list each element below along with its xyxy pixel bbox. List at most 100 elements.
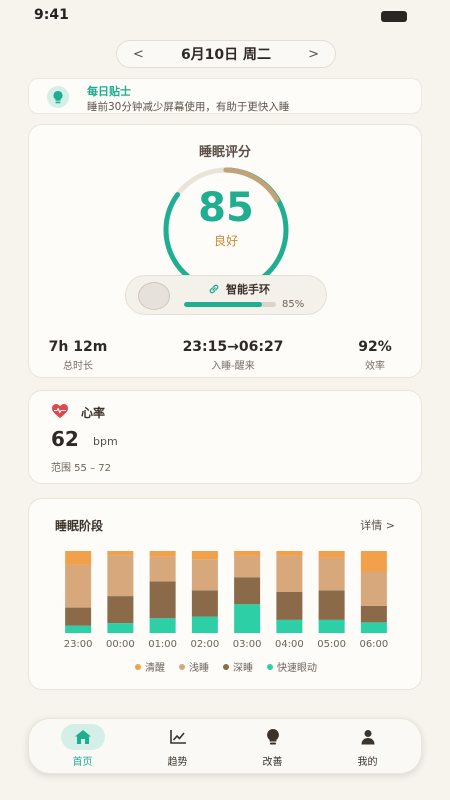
home-icon: [74, 730, 91, 744]
stage-segment: [107, 551, 134, 556]
legend-item: 清醒: [135, 659, 165, 674]
x-tick-label: 02:00: [190, 639, 219, 650]
stage-segment: [65, 625, 92, 633]
x-tick-label: 05:00: [317, 639, 346, 650]
stage-segment: [276, 551, 303, 556]
heart-title: 心率: [81, 406, 106, 420]
stage-bar-5: [276, 551, 303, 633]
stage-segment: [149, 551, 176, 557]
legend-dot: [267, 663, 273, 670]
stage-segment: [191, 559, 218, 591]
stage-segment: [234, 555, 261, 578]
tab-icon-wrap: [60, 724, 105, 750]
tab-home[interactable]: 首页: [43, 721, 123, 771]
stage-bar-1: [107, 551, 134, 633]
stage-segment: [318, 590, 345, 620]
stages-title: 睡眠阶段: [55, 519, 104, 533]
tab-improve[interactable]: 改善: [233, 721, 313, 771]
tab-label: 改善: [262, 757, 283, 768]
x-tick-label: 04:00: [275, 639, 304, 650]
stage-bar-4: [234, 551, 261, 633]
stage-segment: [360, 622, 387, 633]
sleep-stages-chart: 23:00 00:00 01:00 02:00 03:00 04:00 05:00 06:00: [64, 551, 388, 650]
stage-segment: [107, 596, 134, 624]
status-time: 9:41: [34, 7, 69, 23]
lightbulb-icon: [47, 86, 69, 108]
tab-icon-wrap: [156, 724, 200, 750]
stat-value: 7h 12m: [48, 339, 108, 355]
heart-range: 范围 55 – 72: [51, 463, 111, 474]
stage-segment: [65, 564, 92, 608]
bottom-tab-bar: 首页 趋势 改善 我的: [28, 718, 422, 774]
stage-bar-2: [149, 551, 176, 633]
legend-dot: [179, 663, 185, 670]
score-title: 睡眠评分: [198, 145, 251, 160]
link-icon: [209, 284, 219, 294]
heart-unit: bpm: [93, 435, 118, 448]
stages-details-link[interactable]: 详情 >: [360, 517, 395, 533]
device-battery-percent: 85%: [282, 299, 305, 310]
stage-segment: [107, 555, 134, 597]
stage-segment: [276, 592, 303, 620]
tab-label: 我的: [357, 757, 378, 768]
prev-date-button[interactable]: <: [133, 47, 144, 62]
tab-label: 趋势: [167, 757, 188, 768]
stat-sleep-window: 23:15→06:27 入睡-醒来: [171, 339, 295, 372]
x-tick-label: 23:00: [64, 639, 93, 650]
stage-segment: [191, 616, 218, 633]
stage-segment: [191, 590, 218, 617]
heart-rate-card[interactable]: 心率 62 bpm 范围 55 – 72: [28, 390, 422, 484]
stage-segment: [149, 618, 176, 633]
date-navigator: < 6月10日 周二 >: [116, 40, 336, 68]
stage-segment: [149, 581, 176, 619]
device-avatar: [138, 282, 170, 310]
tip-text: 睡前30分钟减少屏幕使用，有助于更快入睡: [87, 101, 290, 113]
tab-label: 首页: [72, 757, 93, 768]
stage-segment: [234, 577, 261, 605]
legend-dot: [135, 663, 141, 670]
status-bar: 9:41: [0, 0, 450, 34]
legend-label: 快速眼动: [277, 663, 317, 674]
sleep-stages-card: 睡眠阶段 详情 > 23:00 00:00 01:00 02:00 03:00 04:00…: [28, 498, 422, 690]
tab-icon-wrap: [251, 724, 295, 750]
stat-label: 效率: [365, 361, 385, 372]
stage-segment: [234, 604, 261, 633]
score-grade: 良好: [213, 234, 238, 248]
legend-label: 清醒: [145, 663, 165, 674]
legend-item: 深睡: [223, 659, 253, 674]
device-status[interactable]: 智能手环 85%: [125, 275, 327, 315]
tab-profile[interactable]: 我的: [328, 721, 408, 771]
score-value: 85: [198, 185, 254, 231]
sleep-score-card: 睡眠评分 85 良好 智能手环 85% 7h 12m 总时长 23:15→06:…: [28, 124, 422, 378]
daily-tip-card[interactable]: 每日贴士 睡前30分钟减少屏幕使用，有助于更快入睡: [28, 78, 422, 114]
stages-legend: 清醒 浅睡 深睡 快速眼动: [29, 659, 423, 674]
bulb-icon: [266, 729, 279, 745]
stage-segment: [360, 571, 387, 606]
stat-value: 92%: [358, 339, 392, 355]
stage-segment: [318, 619, 345, 633]
stat-label: 入睡-醒来: [211, 361, 255, 372]
tab-icon-wrap: [346, 724, 390, 750]
stage-bar-3: [191, 551, 218, 633]
stage-segment: [65, 551, 92, 565]
stage-segment: [318, 551, 345, 558]
stat-value: 23:15→06:27: [182, 339, 284, 355]
x-tick-label: 00:00: [106, 639, 135, 650]
current-date[interactable]: 6月10日 周二: [181, 44, 271, 64]
stage-segment: [191, 551, 218, 560]
stage-segment: [276, 619, 303, 633]
stage-bar-6: [318, 551, 345, 633]
stat-efficiency: 92% 效率: [347, 339, 403, 372]
stage-bar-0: [65, 551, 92, 633]
tip-title: 每日贴士: [87, 85, 131, 98]
stage-segment: [318, 557, 345, 591]
tab-trends[interactable]: 趋势: [138, 721, 218, 771]
heart-icon: [52, 404, 68, 418]
heart-value: 62: [51, 427, 79, 451]
stage-segment: [276, 555, 303, 592]
user-icon: [361, 730, 374, 745]
next-date-button[interactable]: >: [308, 47, 319, 62]
legend-item: 浅睡: [179, 659, 209, 674]
stage-segment: [234, 551, 261, 556]
battery-icon: [381, 11, 407, 22]
